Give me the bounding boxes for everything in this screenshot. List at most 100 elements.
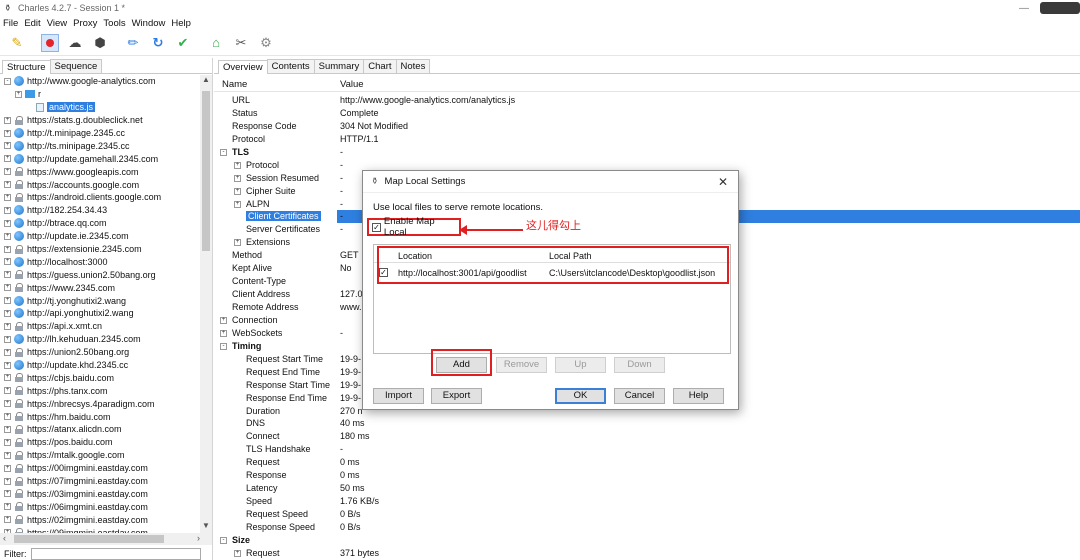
tree-item[interactable]: + https://phs.tanx.com xyxy=(0,384,200,397)
expand-icon[interactable]: + xyxy=(4,335,11,343)
tree-item[interactable]: + http://t.minipage.2345.cc xyxy=(0,127,200,140)
expand-icon[interactable]: + xyxy=(4,309,11,317)
tree-item[interactable]: + https://02imgmini.eastday.com xyxy=(0,513,200,526)
expand-icon[interactable]: + xyxy=(234,161,241,169)
overview-row[interactable]: Request 0 ms xyxy=(214,456,1080,469)
enable-map-local-checkbox[interactable]: ✓ Enable Map Local xyxy=(367,216,461,238)
collapse-icon[interactable]: - xyxy=(220,148,227,156)
overview-row[interactable]: DNS 40 ms xyxy=(214,417,1080,430)
throttle-icon[interactable]: ☁ xyxy=(66,34,84,52)
ok-button[interactable]: OK xyxy=(555,388,606,404)
down-button[interactable]: Down xyxy=(614,357,665,373)
tree-item[interactable]: + http://tj.yonghutixi2.wang xyxy=(0,294,200,307)
tab-structure[interactable]: Structure xyxy=(2,60,51,74)
collapse-icon[interactable]: - xyxy=(220,536,227,544)
tree-item[interactable]: + https://accounts.google.com xyxy=(0,178,200,191)
menu-edit[interactable]: Edit xyxy=(24,18,40,29)
remove-button[interactable]: Remove xyxy=(496,357,547,373)
menu-proxy[interactable]: Proxy xyxy=(73,18,97,29)
collapse-icon[interactable]: - xyxy=(220,342,227,350)
minimize-icon[interactable]: — xyxy=(1012,3,1036,14)
expand-icon[interactable]: + xyxy=(234,239,241,247)
tree-vertical-scrollbar[interactable]: ▲ ▼ xyxy=(200,75,212,533)
expand-icon[interactable]: + xyxy=(4,374,11,382)
tree-item[interactable]: + http://ts.minipage.2345.cc xyxy=(0,139,200,152)
expand-icon[interactable]: + xyxy=(4,297,11,305)
tree-item[interactable]: analytics.js xyxy=(0,101,200,114)
expand-icon[interactable]: + xyxy=(4,361,11,369)
tree-item[interactable]: + https://06imgmini.eastday.com xyxy=(0,500,200,513)
expand-icon[interactable]: + xyxy=(4,168,11,176)
breakpoint-icon[interactable]: ⬢ xyxy=(91,34,109,52)
scroll-right-icon[interactable]: › xyxy=(197,533,200,543)
expand-icon[interactable]: + xyxy=(4,413,11,421)
overview-row[interactable]: Response 0 ms xyxy=(214,469,1080,482)
tree-item[interactable]: + https://android.clients.google.com xyxy=(0,191,200,204)
tree-item[interactable]: + https://guess.union2.50bang.org xyxy=(0,268,200,281)
col-value-header[interactable]: Value xyxy=(340,79,364,90)
tab-notes[interactable]: Notes xyxy=(395,59,431,73)
expand-icon[interactable]: + xyxy=(220,316,227,324)
expand-icon[interactable]: + xyxy=(4,387,11,395)
tree-item[interactable]: + https://stats.g.doubleclick.net xyxy=(0,114,200,127)
tools-icon[interactable]: ✂ xyxy=(232,34,250,52)
expand-icon[interactable]: + xyxy=(4,271,11,279)
tree-item[interactable]: + https://union2.50bang.org xyxy=(0,346,200,359)
tree-item[interactable]: + http://update.gamehall.2345.com xyxy=(0,152,200,165)
overview-row[interactable]: Protocol HTTP/1.1 xyxy=(214,133,1080,146)
pen-icon[interactable]: ✏ xyxy=(124,34,142,52)
scroll-down-icon[interactable]: ▼ xyxy=(200,521,212,533)
overview-row[interactable]: + Request 371 bytes xyxy=(214,547,1080,560)
expand-icon[interactable]: + xyxy=(4,232,11,240)
scroll-up-icon[interactable]: ▲ xyxy=(200,75,212,87)
cancel-button[interactable]: Cancel xyxy=(614,388,665,404)
expand-icon[interactable]: + xyxy=(234,174,241,182)
tree-item[interactable]: + https://hm.baidu.com xyxy=(0,410,200,423)
expand-icon[interactable]: + xyxy=(4,400,11,408)
overview-row[interactable]: Response Speed 0 B/s xyxy=(214,521,1080,534)
menu-help[interactable]: Help xyxy=(171,18,191,29)
tree-item[interactable]: + https://09imgmini.eastday.com xyxy=(0,526,200,533)
tab-contents[interactable]: Contents xyxy=(266,59,315,73)
refresh-icon[interactable]: ↻ xyxy=(149,34,167,52)
scroll-thumb[interactable] xyxy=(202,91,210,251)
tab-sequence[interactable]: Sequence xyxy=(49,59,103,73)
tree-item[interactable]: + http://update.ie.2345.com xyxy=(0,230,200,243)
overview-row[interactable]: Latency 50 ms xyxy=(214,482,1080,495)
tree-item[interactable]: + https://nbrecsys.4paradigm.com xyxy=(0,397,200,410)
expand-icon[interactable]: + xyxy=(4,464,11,472)
add-button[interactable]: Add xyxy=(436,357,487,373)
tree-item[interactable]: + https://mtalk.google.com xyxy=(0,449,200,462)
overview-row[interactable]: Speed 1.76 KB/s xyxy=(214,495,1080,508)
tree-item[interactable]: + https://cbjs.baidu.com xyxy=(0,371,200,384)
expand-icon[interactable]: + xyxy=(4,258,11,266)
tree-item[interactable]: + https://pos.baidu.com xyxy=(0,436,200,449)
expand-icon[interactable]: + xyxy=(4,206,11,214)
tree-item[interactable]: + https://extensionie.2345.com xyxy=(0,243,200,256)
menu-tools[interactable]: Tools xyxy=(103,18,125,29)
basket-icon[interactable]: ⌂ xyxy=(207,34,225,52)
tab-chart[interactable]: Chart xyxy=(363,59,397,73)
export-button[interactable]: Export xyxy=(431,388,482,404)
expand-icon[interactable]: + xyxy=(4,129,11,137)
tree-item[interactable]: + https://07imgmini.eastday.com xyxy=(0,475,200,488)
expand-icon[interactable]: + xyxy=(4,116,11,124)
tree-item[interactable]: + https://00imgmini.eastday.com xyxy=(0,462,200,475)
expand-icon[interactable]: + xyxy=(4,142,11,150)
col-name-header[interactable]: Name xyxy=(222,79,247,90)
tree-item[interactable]: + http://localhost:3000 xyxy=(0,255,200,268)
up-button[interactable]: Up xyxy=(555,357,606,373)
expand-icon[interactable]: + xyxy=(4,155,11,163)
menu-window[interactable]: Window xyxy=(132,18,166,29)
tree-item[interactable]: + r xyxy=(0,88,200,101)
overview-row[interactable]: - TLS - xyxy=(214,146,1080,159)
checkbox-checked-icon[interactable]: ✓ xyxy=(372,222,381,232)
overview-row[interactable]: URL http://www.google-analytics.com/analy… xyxy=(214,94,1080,107)
tab-overview[interactable]: Overview xyxy=(218,60,268,74)
tab-summary[interactable]: Summary xyxy=(313,59,365,73)
scroll-left-icon[interactable]: ‹ xyxy=(3,533,6,543)
tree-item[interactable]: + http://182.254.34.43 xyxy=(0,204,200,217)
expand-icon[interactable]: + xyxy=(220,329,227,337)
menu-view[interactable]: View xyxy=(47,18,67,29)
expand-icon[interactable]: + xyxy=(234,187,241,195)
